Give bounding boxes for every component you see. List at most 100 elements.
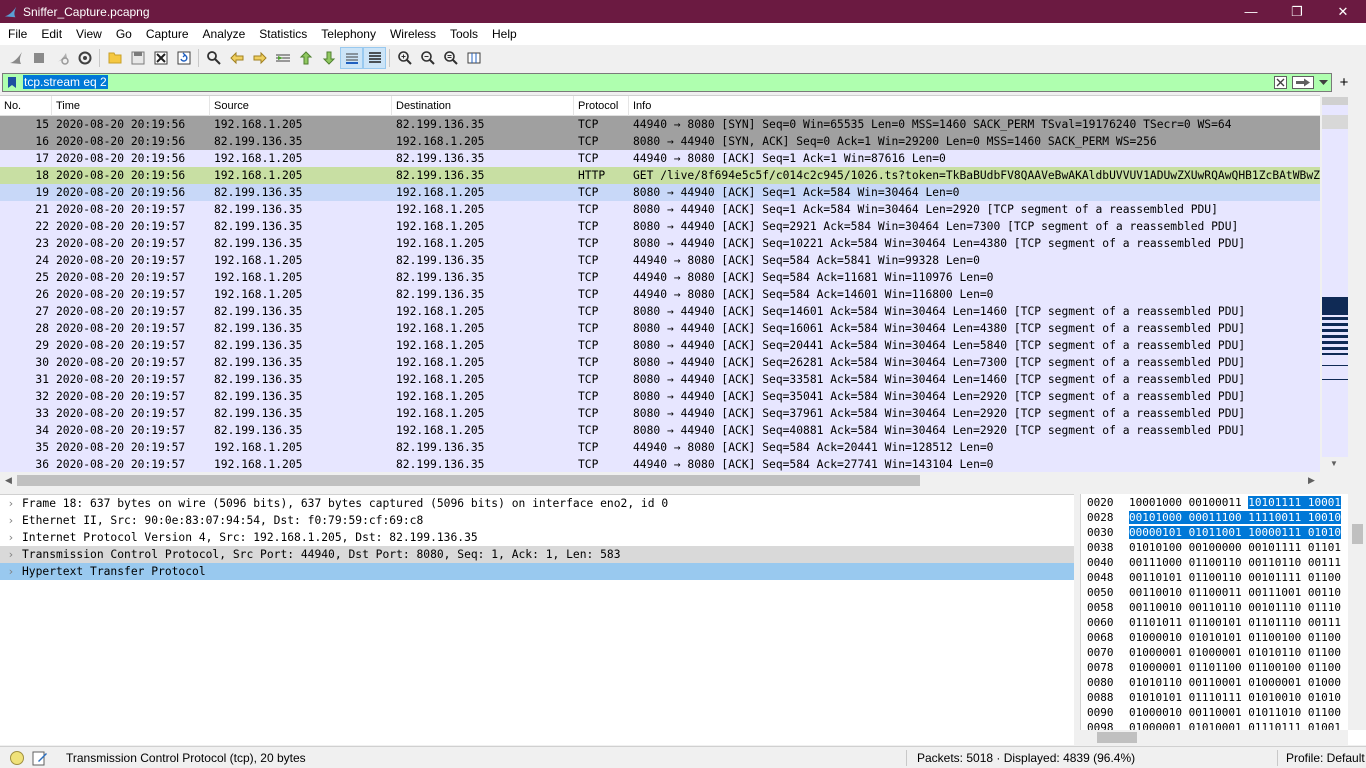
byte-value[interactable]: 01010110 — [1129, 676, 1182, 689]
byte-value[interactable]: 00111 — [1308, 556, 1341, 569]
byte-value[interactable]: 10000111 — [1248, 526, 1302, 539]
column-time[interactable]: Time — [52, 96, 210, 116]
byte-value[interactable]: 00111001 — [1248, 586, 1301, 599]
expand-chevron-icon[interactable]: › — [0, 548, 22, 561]
start-capture-fin-icon[interactable] — [4, 47, 27, 69]
byte-value[interactable]: 01100 — [1308, 631, 1341, 644]
column-protocol[interactable]: Protocol — [574, 96, 629, 116]
packet-row[interactable]: 26 2020-08-20 20:19:57 192.168.1.205 82.199… — [0, 286, 1348, 303]
byte-value[interactable]: 00110010 — [1129, 586, 1182, 599]
resize-columns-icon[interactable] — [462, 47, 485, 69]
byte-value[interactable]: 01000010 — [1129, 706, 1182, 719]
restore-button[interactable]: ❐ — [1274, 0, 1320, 23]
find-packet-icon[interactable] — [202, 47, 225, 69]
packet-list-horizontal-scrollbar[interactable]: ◀ ▶ — [0, 472, 1320, 489]
packet-row[interactable]: 15 2020-08-20 20:19:56 192.168.1.205 82.199… — [0, 116, 1348, 133]
byte-value[interactable]: 01000001 — [1189, 646, 1242, 659]
bytes-vertical-scrollbar[interactable] — [1348, 494, 1366, 730]
minimize-button[interactable]: — — [1228, 0, 1274, 23]
zoom-in-icon[interactable] — [393, 47, 416, 69]
packet-row[interactable]: 34 2020-08-20 20:19:57 82.199.136.35 192.16… — [0, 422, 1348, 439]
byte-value[interactable]: 01101011 — [1129, 616, 1182, 629]
menu-capture[interactable]: Capture — [139, 23, 196, 45]
byte-value[interactable]: 00111000 — [1129, 556, 1182, 569]
capture-options-gear-icon[interactable] — [73, 47, 96, 69]
packet-row[interactable]: 24 2020-08-20 20:19:57 192.168.1.205 82.199… — [0, 252, 1348, 269]
packet-row[interactable]: 35 2020-08-20 20:19:57 192.168.1.205 82.199… — [0, 439, 1348, 456]
byte-value[interactable]: 01010 — [1308, 691, 1341, 704]
expand-chevron-icon[interactable]: › — [0, 497, 22, 510]
menu-statistics[interactable]: Statistics — [252, 23, 314, 45]
detail-tree-item[interactable]: › Internet Protocol Version 4, Src: 192.1… — [0, 529, 1074, 546]
filter-history-dropdown-icon[interactable] — [1315, 75, 1331, 90]
menu-analyze[interactable]: Analyze — [196, 23, 253, 45]
byte-value[interactable]: 01000 — [1308, 676, 1341, 689]
byte-value[interactable]: 00110101 — [1129, 571, 1182, 584]
menu-tools[interactable]: Tools — [443, 23, 485, 45]
packet-row[interactable]: 36 2020-08-20 20:19:57 192.168.1.205 82.199… — [0, 456, 1348, 472]
menu-view[interactable]: View — [69, 23, 109, 45]
packet-row[interactable]: 17 2020-08-20 20:19:56 192.168.1.205 82.199… — [0, 150, 1348, 167]
clear-filter-icon[interactable] — [1272, 75, 1288, 90]
expert-info-led-icon[interactable] — [10, 750, 24, 765]
byte-value[interactable]: 01011010 — [1248, 706, 1301, 719]
bytes-scroll-thumb[interactable] — [1352, 524, 1363, 544]
byte-value[interactable]: 01100110 — [1189, 571, 1242, 584]
byte-value[interactable]: 00101000 — [1129, 511, 1182, 524]
zoom-out-icon[interactable] — [416, 47, 439, 69]
byte-value[interactable]: 01100100 — [1248, 631, 1301, 644]
profile-status[interactable]: Profile: Default — [1278, 751, 1365, 765]
colorize-list-icon[interactable] — [363, 47, 386, 69]
close-button[interactable]: ✕ — [1320, 0, 1366, 23]
byte-value[interactable]: 01011001 — [1188, 526, 1242, 539]
byte-value[interactable]: 01100 — [1308, 661, 1341, 674]
packet-row[interactable]: 19 2020-08-20 20:19:56 82.199.136.35 192.16… — [0, 184, 1348, 201]
packet-row[interactable]: 23 2020-08-20 20:19:57 82.199.136.35 192.16… — [0, 235, 1348, 252]
add-filter-button-icon[interactable]: + — [1336, 71, 1352, 94]
go-last-packet-icon[interactable] — [317, 47, 340, 69]
byte-value[interactable]: 00100011 — [1189, 496, 1242, 509]
expand-chevron-icon[interactable]: › — [0, 531, 22, 544]
zoom-normal-icon[interactable] — [439, 47, 462, 69]
packet-row[interactable]: 29 2020-08-20 20:19:57 82.199.136.35 192.16… — [0, 337, 1348, 354]
reload-file-icon[interactable] — [172, 47, 195, 69]
byte-value[interactable]: 00100000 — [1189, 541, 1242, 554]
scroll-right-arrow-icon[interactable]: ▶ — [1303, 472, 1320, 489]
column-info[interactable]: Info — [629, 96, 1320, 116]
byte-value[interactable]: 00110 — [1308, 586, 1341, 599]
byte-value[interactable]: 00110010 — [1129, 601, 1182, 614]
byte-value[interactable]: 01100 — [1308, 646, 1341, 659]
byte-value[interactable]: 01100100 — [1248, 661, 1301, 674]
restart-capture-icon[interactable] — [50, 47, 73, 69]
byte-value[interactable]: 00110001 — [1189, 706, 1242, 719]
packet-row[interactable]: 30 2020-08-20 20:19:57 82.199.136.35 192.16… — [0, 354, 1348, 371]
byte-value[interactable]: 00110001 — [1189, 676, 1242, 689]
byte-value[interactable]: 10001000 — [1129, 496, 1182, 509]
byte-value[interactable]: 00101111 — [1248, 541, 1301, 554]
byte-value[interactable]: 01100101 — [1189, 616, 1242, 629]
capture-comment-pencil-icon[interactable] — [32, 750, 48, 766]
menu-wireless[interactable]: Wireless — [383, 23, 443, 45]
byte-value[interactable]: 01010 — [1307, 526, 1341, 539]
packet-row[interactable]: 32 2020-08-20 20:19:57 82.199.136.35 192.16… — [0, 388, 1348, 405]
byte-value[interactable]: 01100011 — [1189, 586, 1242, 599]
byte-value[interactable]: 01010010 — [1248, 691, 1301, 704]
column-destination[interactable]: Destination — [392, 96, 574, 116]
byte-value[interactable]: 00101110 — [1248, 601, 1301, 614]
open-file-icon[interactable] — [103, 47, 126, 69]
byte-value[interactable]: 01010101 — [1189, 631, 1242, 644]
expand-chevron-icon[interactable]: › — [0, 514, 22, 527]
display-filter-input[interactable]: tcp.stream eq 2 — [21, 75, 1272, 90]
horizontal-scroll-thumb[interactable] — [17, 475, 920, 486]
detail-tree-item[interactable]: › Frame 18: 637 bytes on wire (5096 bits)… — [0, 495, 1074, 512]
packet-row[interactable]: 22 2020-08-20 20:19:57 82.199.136.35 192.16… — [0, 218, 1348, 235]
menu-edit[interactable]: Edit — [34, 23, 69, 45]
byte-value[interactable]: 00110110 — [1248, 556, 1301, 569]
byte-value[interactable]: 01010101 — [1129, 691, 1182, 704]
auto-scroll-icon[interactable] — [340, 47, 363, 69]
scroll-left-arrow-icon[interactable]: ◀ — [0, 472, 17, 489]
packet-row[interactable]: 27 2020-08-20 20:19:57 82.199.136.35 192.16… — [0, 303, 1348, 320]
scroll-down-arrow-icon[interactable]: ▼ — [1320, 455, 1348, 472]
byte-value[interactable]: 11110011 — [1248, 511, 1302, 524]
byte-value[interactable]: 01110 — [1308, 601, 1341, 614]
